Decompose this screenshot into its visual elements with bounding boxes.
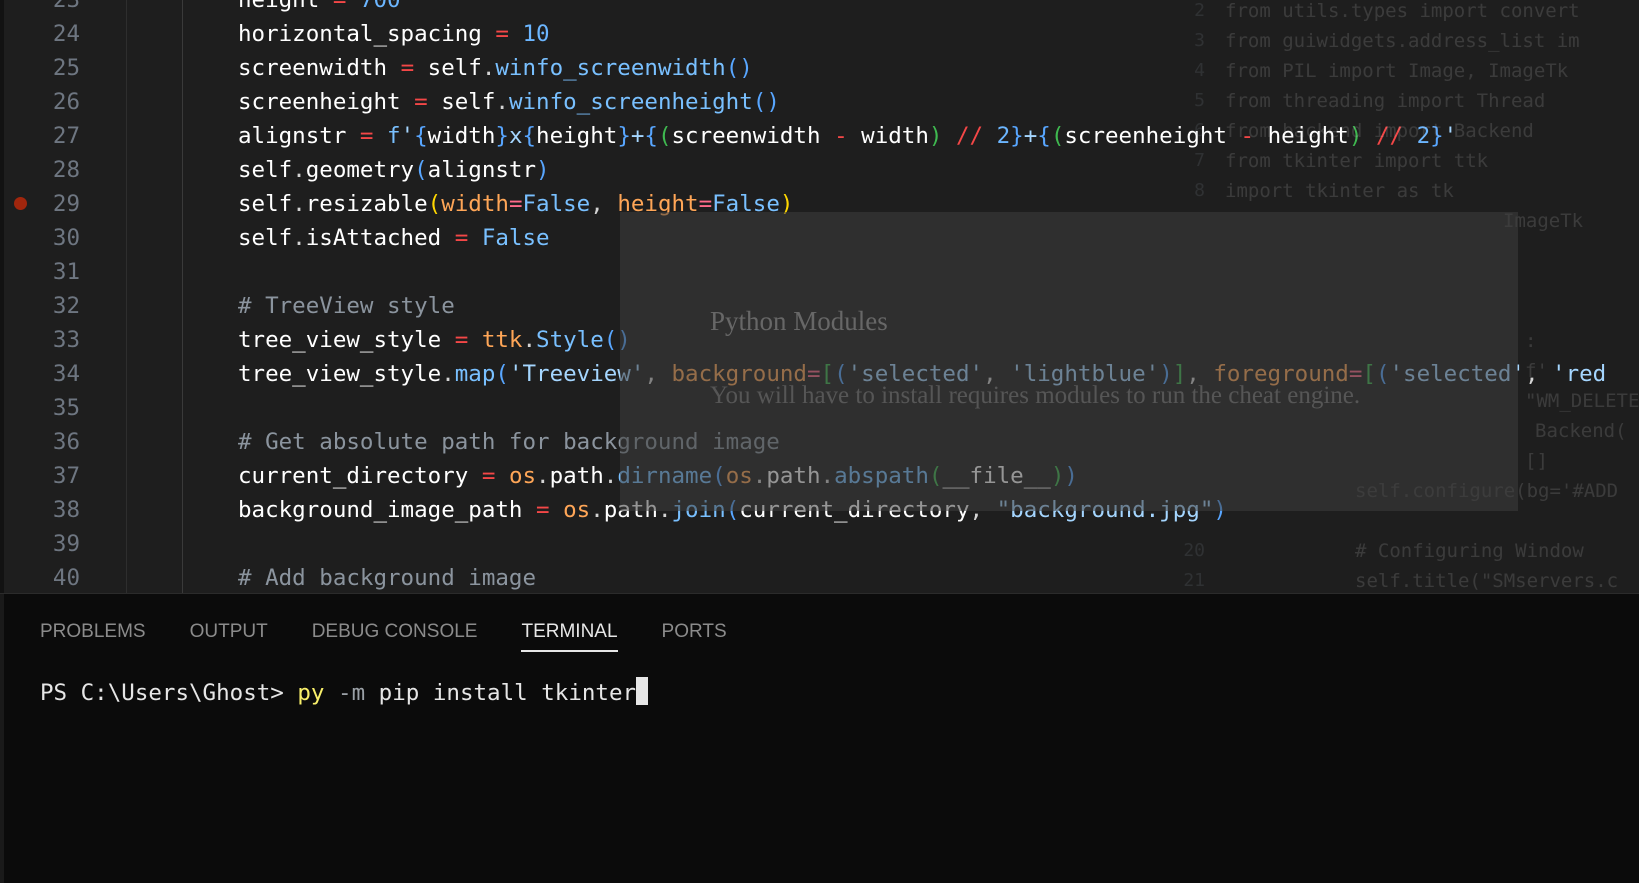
python-modules-dialog: Python Modules You will have to install … — [620, 212, 1518, 511]
ghost-line-number: 3 — [1194, 30, 1205, 51]
ghost-code-line: # Configuring Window — [1355, 540, 1584, 562]
line-number: 33 — [52, 327, 80, 353]
line-number: 26 — [52, 89, 80, 115]
code-text: screenheight = self.winfo_screenheight() — [238, 89, 780, 115]
line-number: 35 — [52, 395, 80, 421]
line-number: 40 — [52, 565, 80, 591]
line-number: 39 — [52, 531, 80, 557]
line-number: 31 — [52, 259, 80, 285]
line-number: 34 — [52, 361, 80, 387]
ghost-line-number: 7 — [1194, 150, 1205, 171]
tab-debug-console[interactable]: DEBUG CONSOLE — [312, 612, 478, 652]
ghost-line-number: 8 — [1194, 180, 1205, 201]
line-number: 38 — [52, 497, 80, 523]
ghost-code-line: : — [1525, 330, 1537, 352]
ghost-line-number: 4 — [1194, 60, 1205, 81]
ghost-code-line: Backend( — [1535, 420, 1627, 442]
ghost-line-number: 20 — [1183, 540, 1205, 561]
line-number: 27 — [52, 123, 80, 149]
ghost-code-line: "WM_DELETE — [1525, 390, 1639, 412]
tab-terminal[interactable]: TERMINAL — [521, 612, 618, 652]
line-number: 24 — [52, 21, 80, 47]
line-number: 37 — [52, 463, 80, 489]
ghost-code-line: from utils.types import convert — [1225, 0, 1580, 22]
line-number: 29 — [52, 191, 80, 217]
terminal-input-line[interactable]: PS C:\Users\Ghost> py -m pip install tki… — [40, 677, 649, 708]
ghost-line-number: 21 — [1183, 570, 1205, 591]
vscode-window: 23 height = 700 24 horizontal_spacing = 10 2… — [0, 0, 1639, 883]
ghost-code-line: self.title("SMservers.c — [1355, 570, 1619, 592]
dialog-message: You will have to install requires module… — [710, 382, 1361, 409]
bottom-panel: PROBLEMS OUTPUT DEBUG CONSOLE TERMINAL P… — [0, 593, 1639, 883]
line-number: 25 — [52, 55, 80, 81]
code-text: screenwidth = self.winfo_screenwidth() — [238, 55, 753, 81]
terminal-prompt: PS C:\Users\Ghost> — [40, 680, 298, 706]
ghost-line-number: 6 — [1194, 120, 1205, 141]
ghost-code-line: from backend import Backend — [1225, 120, 1534, 142]
line-number: 30 — [52, 225, 80, 251]
panel-left-edge — [0, 594, 4, 883]
line-number: 32 — [52, 293, 80, 319]
line-number: 36 — [52, 429, 80, 455]
code-text: # Add background image — [238, 565, 537, 591]
ghost-line-number: 5 — [1194, 90, 1205, 111]
tab-problems[interactable]: PROBLEMS — [40, 612, 146, 652]
ghost-code-line: from threading import Thread — [1225, 90, 1546, 112]
code-text: horizontal_spacing = 10 — [238, 21, 550, 47]
terminal-args: pip install tkinter — [378, 680, 637, 706]
ghost-line-number: 2 — [1194, 0, 1205, 21]
panel-tabs: PROBLEMS OUTPUT DEBUG CONSOLE TERMINAL P… — [40, 612, 771, 652]
terminal-command: py — [297, 680, 325, 706]
code-text: tree_view_style = ttk.Style() — [238, 327, 631, 353]
code-text: height = 700 — [238, 0, 401, 13]
ghost-code-line: from guiwidgets.address_list im — [1225, 30, 1580, 52]
line-number: 23 — [52, 0, 80, 13]
terminal-flag: -m — [338, 680, 366, 706]
line-number: 28 — [52, 157, 80, 183]
ghost-code-line: from tkinter import ttk — [1225, 150, 1489, 172]
ghost-code-line: [] — [1525, 450, 1548, 472]
tab-ports[interactable]: PORTS — [662, 612, 727, 652]
code-text: self.isAttached = False — [238, 225, 550, 251]
breakpoint-icon[interactable] — [14, 197, 27, 210]
tab-output[interactable]: OUTPUT — [190, 612, 268, 652]
ghost-code-line: from PIL import Image, ImageTk — [1225, 60, 1569, 82]
terminal-cursor — [636, 677, 649, 705]
code-text: # TreeView style — [238, 293, 455, 319]
ghost-code-line: import tkinter as tk — [1225, 180, 1454, 202]
ghost-code-line: f' — [1525, 360, 1548, 382]
code-text: self.geometry(alignstr) — [238, 157, 550, 183]
dialog-title: Python Modules — [710, 306, 888, 336]
